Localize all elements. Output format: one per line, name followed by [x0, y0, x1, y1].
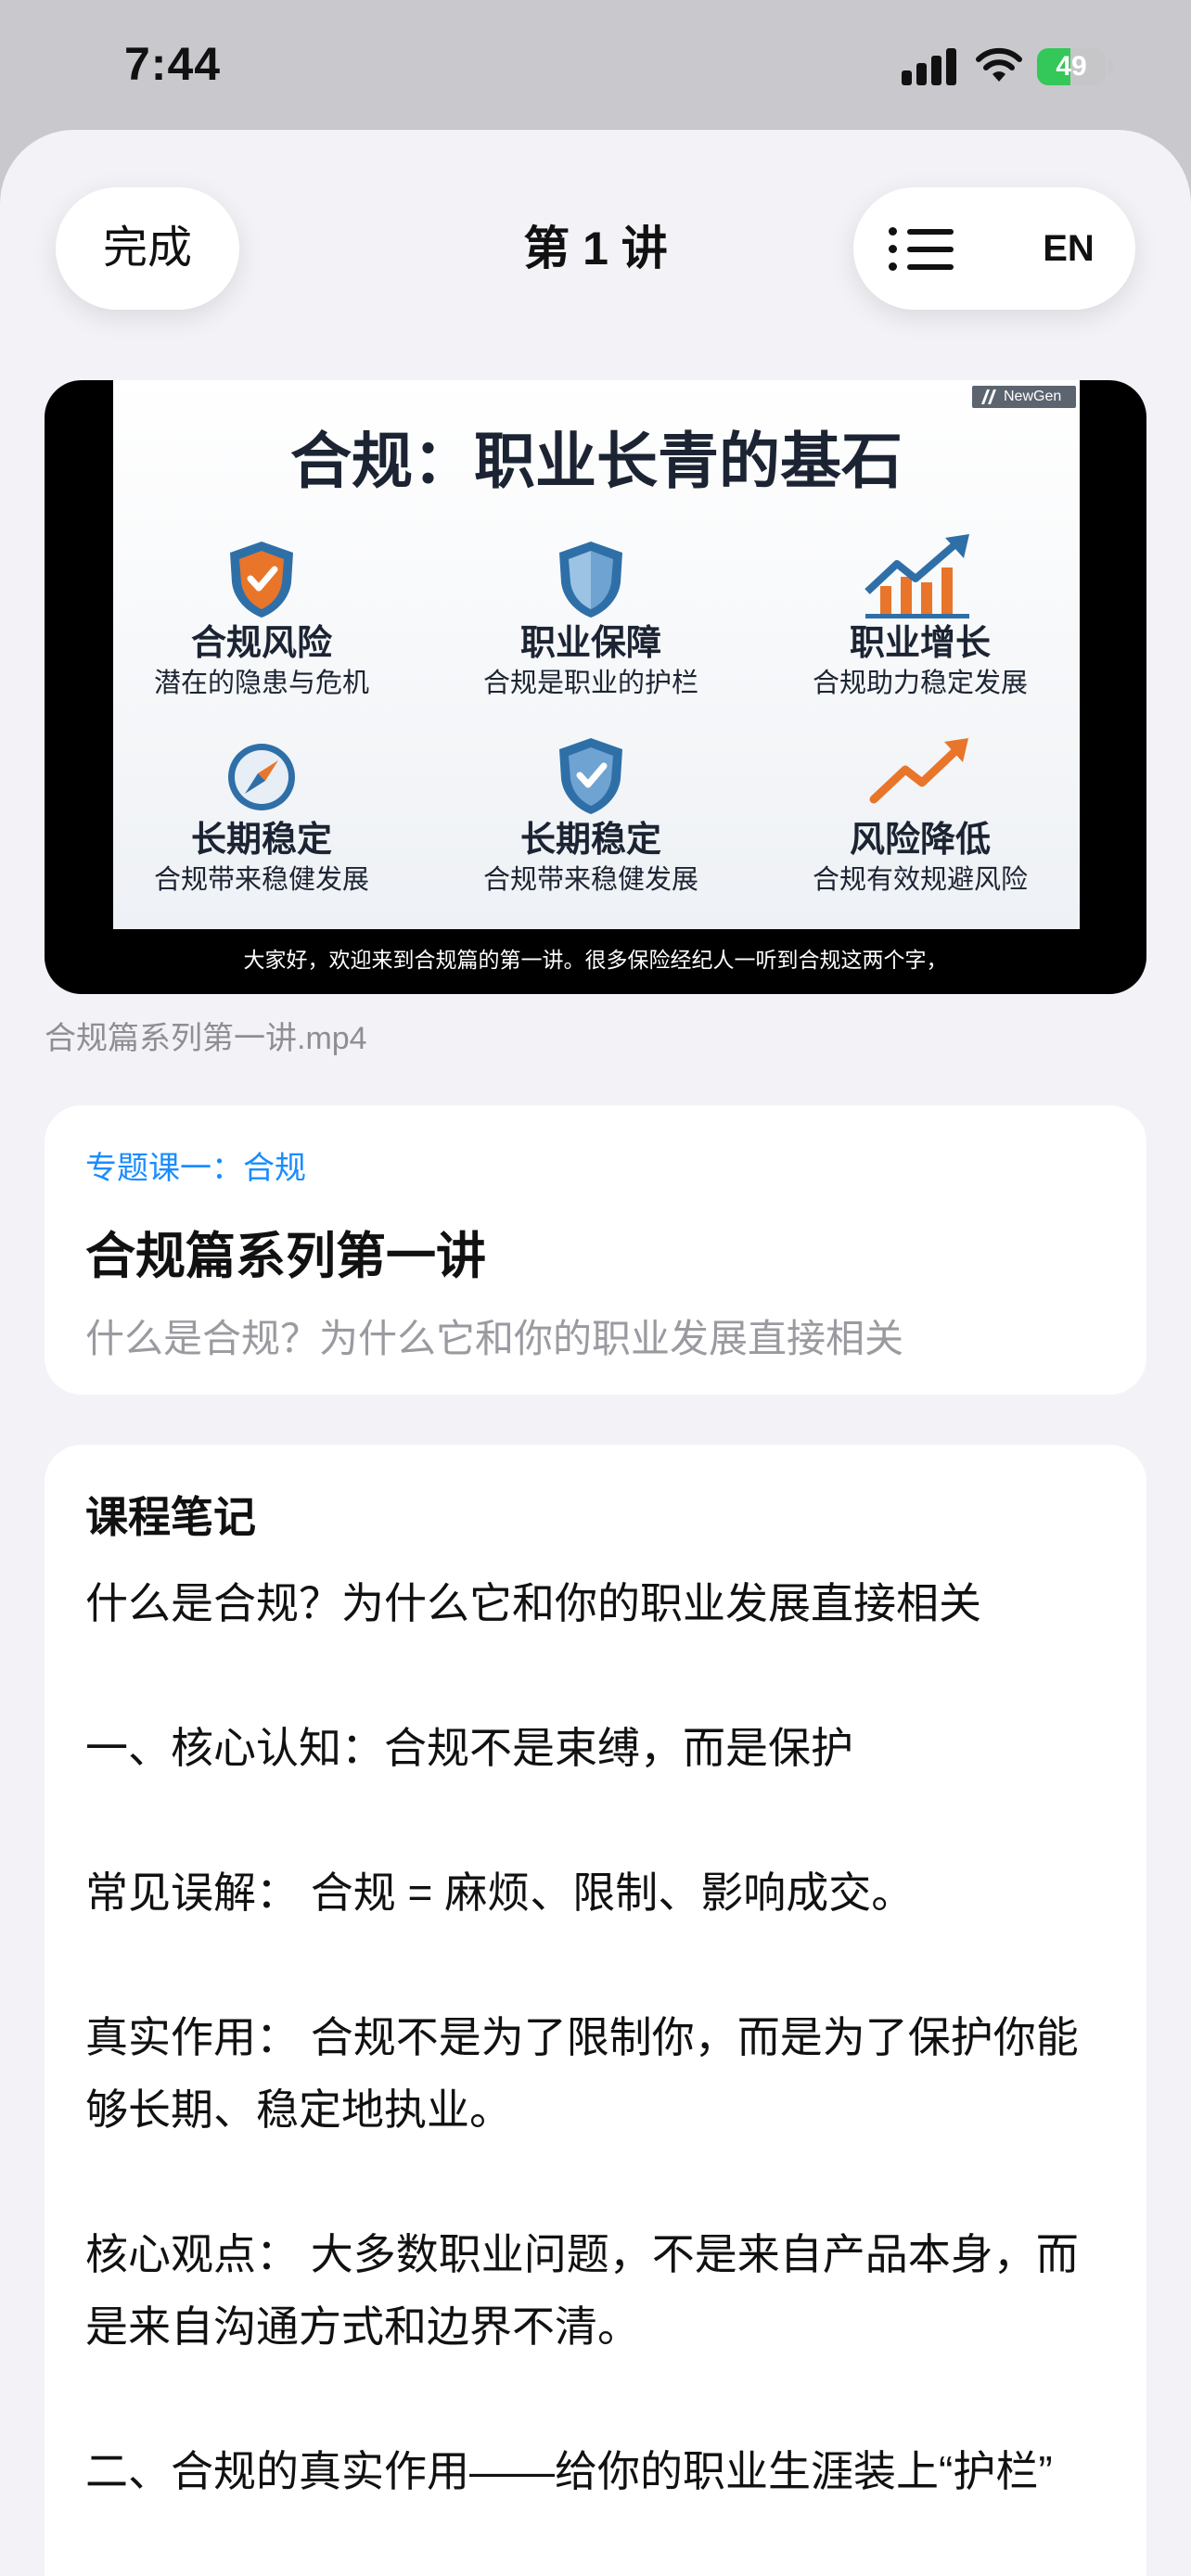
shield-icon — [559, 542, 622, 618]
shield-check-icon — [559, 738, 622, 814]
brand-logo: NewGen — [972, 386, 1076, 408]
battery-percent: 49 — [1056, 51, 1087, 82]
feature-name: 职业增长 — [849, 624, 991, 663]
feature-item: 职业保障 合规是职业的护栏 — [442, 536, 739, 701]
notes-paragraph: 一、核心认知：合规不是束缚，而是保护 — [85, 1724, 853, 1772]
feature-name: 长期稳定 — [519, 821, 661, 860]
course-info-card: 专题课一：合规 合规篇系列第一讲 什么是合规？为什么它和你的职业发展直接相关 — [45, 1105, 1146, 1395]
slide-title: 合规：职业长青的基石 — [290, 427, 903, 495]
notes-paragraph: 什么是合规？为什么它和你的职业发展直接相关 — [85, 1579, 981, 1627]
notes-paragraph: 常见误解： 合规 = 麻烦、限制、影响成交。 — [85, 1868, 915, 1917]
status-time: 7:44 — [124, 38, 222, 90]
feature-name: 长期稳定 — [190, 821, 332, 860]
feature-item: 职业增长 合规助力稳定发展 — [772, 534, 1069, 701]
notes-body: 什么是合规？为什么它和你的职业发展直接相关 一、核心认知：合规不是束缚，而是保护… — [85, 1567, 1106, 2507]
topic-tag[interactable]: 专题课一：合规 — [85, 1142, 306, 1188]
growth-chart-icon — [864, 534, 969, 618]
video-player[interactable]: NewGen 合规：职业长青的基石 合规风险 潜在的隐患与危机 职业保障 合规是… — [45, 380, 1146, 994]
feature-desc: 合规有效规避风险 — [812, 865, 1028, 895]
course-notes-card: 课程笔记 什么是合规？为什么它和你的职业发展直接相关 一、核心认知：合规不是束缚… — [45, 1445, 1146, 2576]
cellular-signal-icon — [902, 48, 959, 85]
feature-item: 风险降低 合规有效规避风险 — [772, 733, 1069, 898]
notes-paragraph: 真实作用： 合规不是为了限制你，而是为了保护你能够长期、稳定地执业。 — [85, 2013, 1079, 2134]
feature-desc: 合规带来稳健发展 — [153, 865, 369, 895]
notes-paragraph: 二、合规的真实作用——给你的职业生涯装上“护栏” — [85, 2447, 1053, 2495]
video-caption: 大家好，欢迎来到合规篇的第一讲。很多保险经纪人一听到合规这两个字， — [243, 948, 948, 972]
course-subtitle: 什么是合规？为什么它和你的职业发展直接相关 — [85, 1317, 904, 1360]
feature-desc: 合规是职业的护栏 — [482, 669, 698, 698]
feature-name: 合规风险 — [190, 624, 332, 663]
status-bar: 7:44 49 — [0, 0, 1191, 130]
done-button[interactable]: 完成 — [56, 187, 239, 310]
compass-icon — [228, 744, 295, 810]
header-actions: EN — [853, 187, 1135, 310]
feature-desc: 合规带来稳健发展 — [482, 865, 698, 895]
feature-name: 风险降低 — [849, 821, 991, 860]
lecture-sheet: 完成 第 1 讲 EN NewGen 合规：职业长青的基石 合规风险 潜在的隐患… — [0, 130, 1191, 2576]
language-button[interactable]: EN — [1031, 187, 1106, 310]
feature-desc: 合规助力稳定发展 — [812, 669, 1028, 698]
list-icon[interactable] — [889, 224, 954, 273]
trend-arrow-icon — [869, 738, 968, 804]
notes-paragraph: 核心观点： 大多数职业问题，不是来自产品本身，而是来自沟通方式和边界不清。 — [85, 2230, 1079, 2351]
video-filename: 合规篇系列第一讲.mp4 — [45, 1021, 367, 1056]
feature-name: 职业保障 — [519, 624, 661, 663]
video-frame: NewGen 合规：职业长青的基石 合规风险 潜在的隐患与危机 职业保障 合规是… — [113, 380, 1080, 929]
lecture-title: 第 1 讲 — [523, 223, 668, 274]
brand-label: NewGen — [1004, 389, 1062, 404]
battery-icon: 49 — [1037, 48, 1113, 85]
feature-item: 长期稳定 合规带来稳健发展 — [113, 733, 410, 898]
feature-item: 合规风险 潜在的隐患与危机 — [113, 536, 410, 701]
wifi-icon — [976, 47, 1022, 82]
feature-item: 长期稳定 合规带来稳健发展 — [442, 733, 739, 898]
notes-heading: 课程笔记 — [85, 1493, 256, 1541]
feature-desc: 潜在的隐患与危机 — [153, 669, 369, 698]
course-title: 合规篇系列第一讲 — [85, 1229, 486, 1284]
shield-check-icon — [230, 542, 293, 618]
